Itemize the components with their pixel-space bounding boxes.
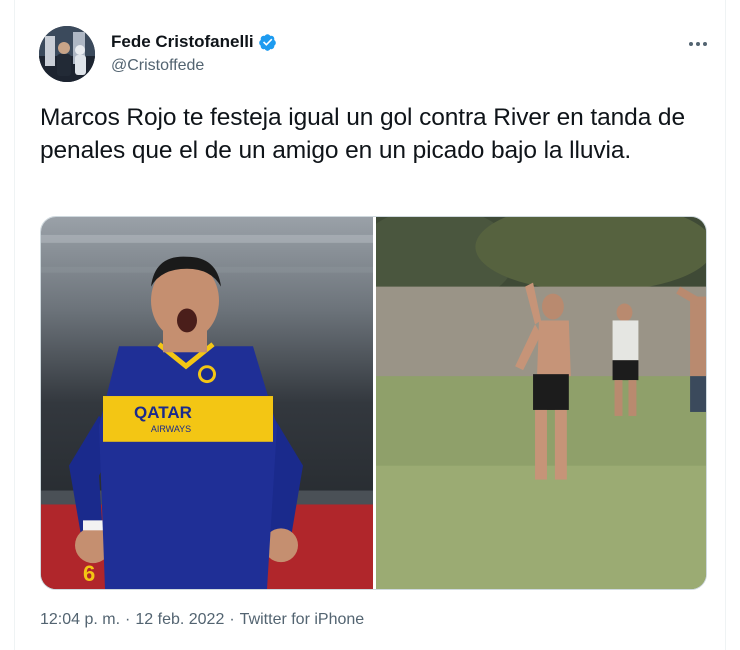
tweet-meta: 12:04 p. m. · 12 feb. 2022 · Twitter for… <box>40 611 364 629</box>
media-photo-player-celebration[interactable]: QATAR AIRWAYS 6 <box>41 217 373 589</box>
verified-badge-icon <box>258 33 277 52</box>
meta-separator: · <box>125 611 131 628</box>
shirt-number: 6 <box>83 561 95 586</box>
author-handle[interactable]: @Cristoffede <box>111 57 204 75</box>
shirt-sponsor-qatar: QATAR <box>134 403 192 422</box>
meta-separator: · <box>229 611 235 628</box>
more-dot <box>703 42 707 46</box>
tweet-media[interactable]: QATAR AIRWAYS 6 <box>40 216 707 590</box>
tweet-card: Fede Cristofanelli @Cristoffede Marcos R… <box>14 0 726 650</box>
media-photo-amateur-celebration[interactable] <box>376 217 706 589</box>
more-dot <box>689 42 693 46</box>
tweet-date[interactable]: 12 feb. 2022 <box>135 611 224 629</box>
more-dot <box>696 42 700 46</box>
tweet-time[interactable]: 12:04 p. m. <box>40 611 120 629</box>
author-display-name[interactable]: Fede Cristofanelli <box>111 32 254 52</box>
shirt-sponsor-airways: AIRWAYS <box>151 424 191 434</box>
amateur-celebration-image <box>376 217 706 589</box>
tweet-text: Marcos Rojo te festeja igual un gol cont… <box>40 104 685 164</box>
tweet-source[interactable]: Twitter for iPhone <box>240 611 365 629</box>
more-options-icon[interactable] <box>683 34 713 54</box>
player-celebration-image: QATAR AIRWAYS 6 <box>41 217 373 589</box>
author-name-row[interactable]: Fede Cristofanelli <box>111 32 277 52</box>
avatar-image <box>39 26 95 82</box>
author-avatar[interactable] <box>39 26 95 82</box>
